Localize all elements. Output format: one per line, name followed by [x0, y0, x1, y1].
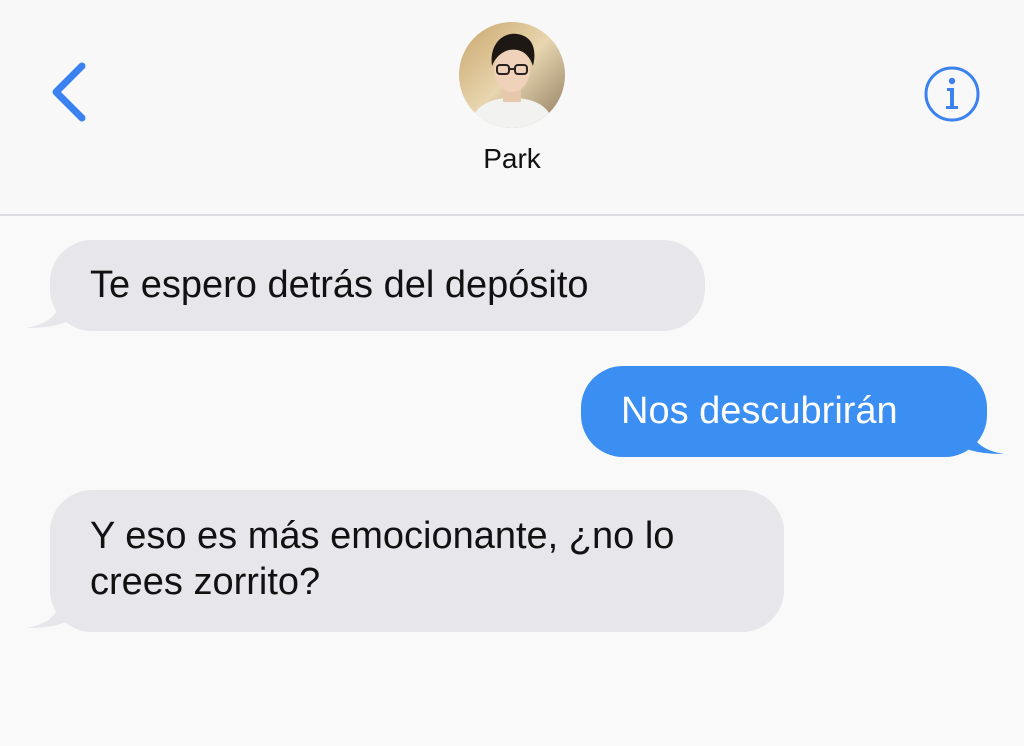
contact-name[interactable]: Park [412, 141, 612, 177]
incoming-message[interactable]: Y eso es más emocionante, ¿no lo crees z… [50, 490, 784, 632]
info-circle-icon [924, 66, 980, 122]
contact-photo [459, 22, 565, 128]
outgoing-message[interactable]: Nos descubrirán [581, 366, 987, 457]
message-text: Nos descubrirán [621, 390, 898, 432]
header-divider [0, 214, 1024, 216]
message-text: Te espero detrás del depósito [90, 264, 589, 306]
back-button[interactable] [44, 58, 96, 126]
info-button[interactable] [921, 66, 983, 122]
conversation-header: Park [0, 0, 1024, 215]
message-text: Y eso es más emocionante, ¿no lo crees z… [90, 515, 675, 603]
chevron-left-icon [52, 62, 86, 122]
incoming-message[interactable]: Te espero detrás del depósito [50, 240, 705, 331]
avatar[interactable] [459, 22, 565, 128]
messages-screen: Park Te espero detrás del depósito Nos d… [0, 0, 1024, 746]
